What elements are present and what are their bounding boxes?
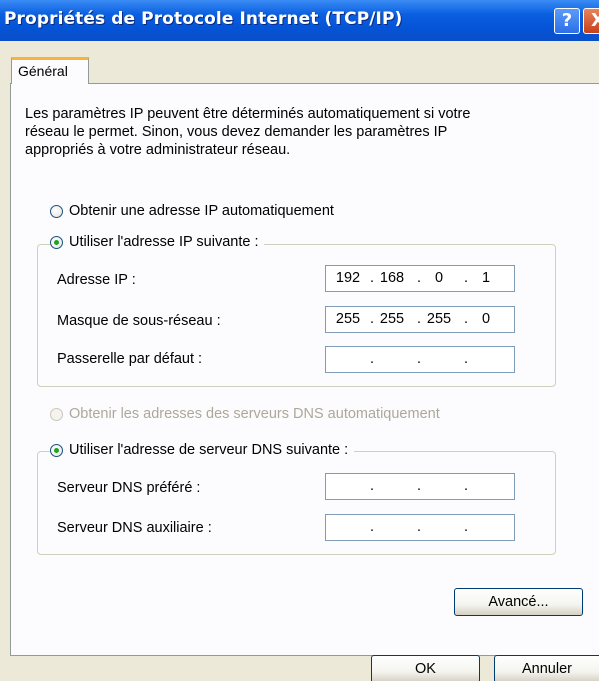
obtain-dns-auto-radio: Obtenir les adresses des serveurs DNS au… — [50, 406, 446, 422]
octet-3: 255 — [426, 311, 452, 327]
subnet-mask-field[interactable]: 255 . 255 . 255 . 0 — [325, 306, 515, 333]
obtain-ip-auto-label: Obtenir une adresse IP automatiquement — [69, 203, 334, 219]
alternate-dns-label: Serveur DNS auxiliaire : — [57, 520, 212, 536]
radio-button-checked-icon[interactable] — [50, 443, 63, 457]
default-gateway-label: Passerelle par défaut : — [57, 351, 203, 367]
octet-separator: . — [370, 351, 375, 367]
cancel-button[interactable]: Annuler — [494, 655, 599, 681]
octet-2: 255 — [379, 311, 405, 327]
octet-separator: . — [464, 351, 469, 367]
ip-address-label: Adresse IP : — [57, 272, 136, 288]
use-following-dns-radio[interactable]: Utiliser l'adresse de serveur DNS suivan… — [50, 442, 355, 458]
octet-separator: . — [417, 478, 422, 494]
obtain-ip-auto-radio[interactable]: Obtenir une adresse IP automatiquement — [50, 203, 340, 219]
octet-4: 1 — [481, 270, 491, 286]
preferred-dns-label: Serveur DNS préféré : — [57, 480, 201, 496]
window-title: Propriétés de Protocole Internet (TCP/IP… — [4, 9, 403, 29]
intro-line: réseau le permet. Sinon, vous devez dema… — [25, 124, 448, 140]
alternate-dns-field[interactable]: . . . — [325, 514, 515, 541]
use-following-ip-radio[interactable]: Utiliser l'adresse IP suivante : — [50, 234, 265, 250]
obtain-dns-auto-label: Obtenir les adresses des serveurs DNS au… — [69, 406, 440, 422]
intro-line: appropriés à votre administrateur réseau… — [25, 142, 291, 158]
close-icon[interactable]: X — [583, 8, 599, 34]
intro-line: Les paramètres IP peuvent être déterminé… — [25, 106, 471, 122]
radio-button-icon[interactable] — [50, 204, 63, 218]
help-icon[interactable]: ? — [554, 8, 580, 34]
subnet-mask-label: Masque de sous-réseau : — [57, 313, 221, 329]
preferred-dns-field[interactable]: . . . — [325, 473, 515, 500]
use-following-dns-label: Utiliser l'adresse de serveur DNS suivan… — [69, 442, 349, 458]
octet-2: 168 — [379, 270, 405, 286]
octet-separator: . — [417, 519, 422, 535]
octet-separator: . — [370, 478, 375, 494]
radio-button-checked-icon[interactable] — [50, 235, 63, 249]
radio-button-disabled-icon — [50, 407, 63, 421]
octet-separator: . — [370, 519, 375, 535]
octet-4: 0 — [481, 311, 491, 327]
use-following-ip-label: Utiliser l'adresse IP suivante : — [69, 234, 259, 250]
octet-3: 0 — [434, 270, 444, 286]
title-bar[interactable]: Propriétés de Protocole Internet (TCP/IP… — [0, 0, 599, 41]
default-gateway-field[interactable]: . . . — [325, 346, 515, 373]
advanced-button[interactable]: Avancé... — [454, 588, 583, 616]
octet-separator: . — [464, 519, 469, 535]
tcpip-properties-dialog: Propriétés de Protocole Internet (TCP/IP… — [0, 0, 599, 681]
ip-address-field[interactable]: 192 . 168 . 0 . 1 — [325, 265, 515, 292]
octet-1: 255 — [335, 311, 361, 327]
octet-1: 192 — [335, 270, 361, 286]
intro-text: Les paramètres IP peuvent être déterminé… — [25, 105, 565, 159]
octet-separator: . — [464, 478, 469, 494]
octet-separator: . — [417, 351, 422, 367]
ok-button[interactable]: OK — [371, 655, 480, 681]
tab-general[interactable]: Général — [11, 57, 89, 84]
